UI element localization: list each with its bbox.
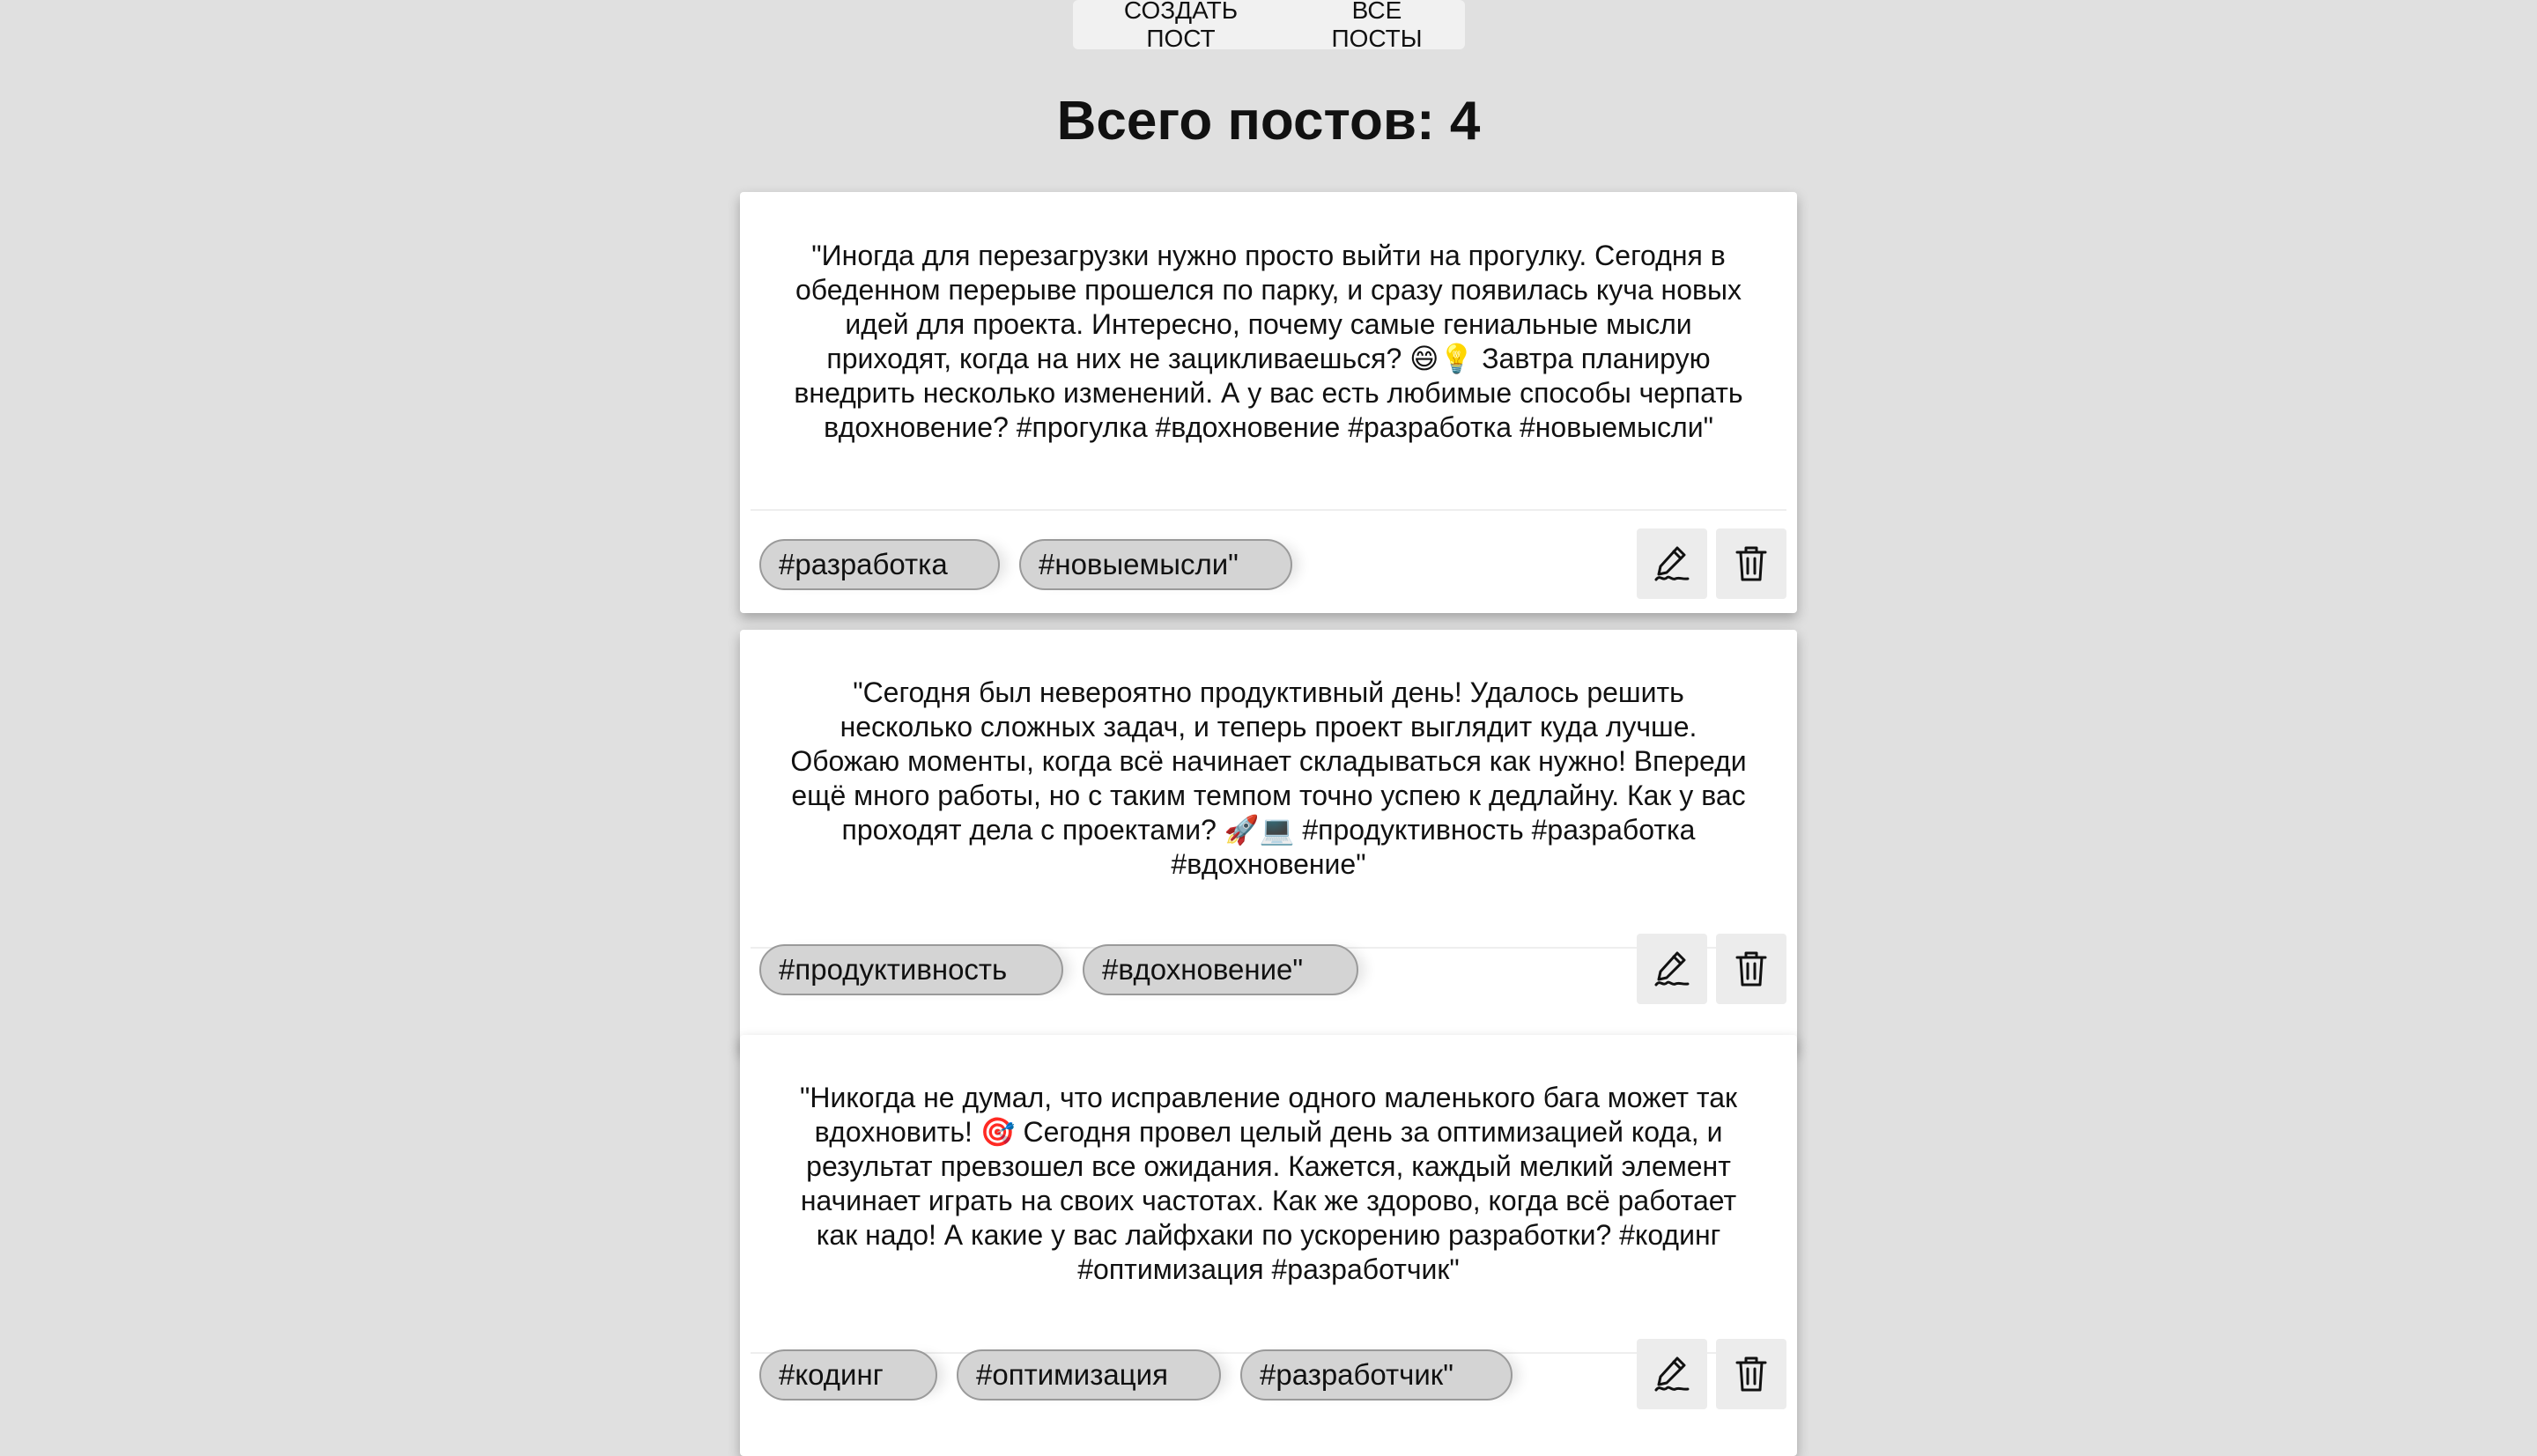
edit-post-button[interactable] (1637, 934, 1707, 1004)
tag-chip[interactable]: #продуктивность (759, 944, 1063, 995)
trash-icon (1734, 1355, 1769, 1393)
all-posts-button[interactable]: ВСЕ ПОСТЫ (1289, 0, 1465, 52)
tag-chip[interactable]: #кодинг (759, 1349, 937, 1401)
pen-signature-icon (1651, 1353, 1693, 1395)
post-tags: #разработка #новыемысли" (759, 539, 1292, 590)
edit-post-button[interactable] (1637, 1339, 1707, 1409)
trash-icon (1734, 544, 1769, 583)
tag-chip[interactable]: #разработка (759, 539, 1000, 590)
pen-signature-icon (1651, 948, 1693, 990)
delete-post-button[interactable] (1716, 528, 1786, 599)
post-text: "Сегодня был невероятно продуктивный ден… (790, 676, 1747, 880)
trash-icon (1734, 950, 1769, 988)
post-card: "Никогда не думал, что исправление одног… (740, 1035, 1797, 1456)
create-post-button[interactable]: СОЗДАТЬ ПОСТ (1073, 0, 1289, 52)
page-title: Всего постов: 4 (1056, 91, 1481, 152)
post-text: "Никогда не думал, что исправление одног… (799, 1082, 1737, 1285)
post-actions (1637, 1339, 1786, 1409)
delete-post-button[interactable] (1716, 1339, 1786, 1409)
top-nav: СОЗДАТЬ ПОСТ ВСЕ ПОСТЫ (1073, 0, 1465, 52)
pen-signature-icon (1651, 543, 1693, 585)
post-actions (1637, 934, 1786, 1004)
post-card: "Сегодня был невероятно продуктивный ден… (740, 630, 1797, 1051)
edit-post-button[interactable] (1637, 528, 1707, 599)
post-text: "Иногда для перезагрузки нужно просто вы… (794, 240, 1743, 443)
tag-chip[interactable]: #разработчик" (1240, 1349, 1513, 1401)
post-actions (1637, 528, 1786, 599)
tag-chip[interactable]: #вдохновение" (1083, 944, 1358, 995)
post-card: "Иногда для перезагрузки нужно просто вы… (740, 192, 1797, 613)
post-tags: #кодинг #оптимизация #разработчик" (759, 1349, 1513, 1401)
delete-post-button[interactable] (1716, 934, 1786, 1004)
tag-chip[interactable]: #оптимизация (957, 1349, 1221, 1401)
tag-chip[interactable]: #новыемысли" (1019, 539, 1292, 590)
post-tags: #продуктивность #вдохновение" (759, 944, 1358, 995)
post-divider (751, 509, 1786, 511)
